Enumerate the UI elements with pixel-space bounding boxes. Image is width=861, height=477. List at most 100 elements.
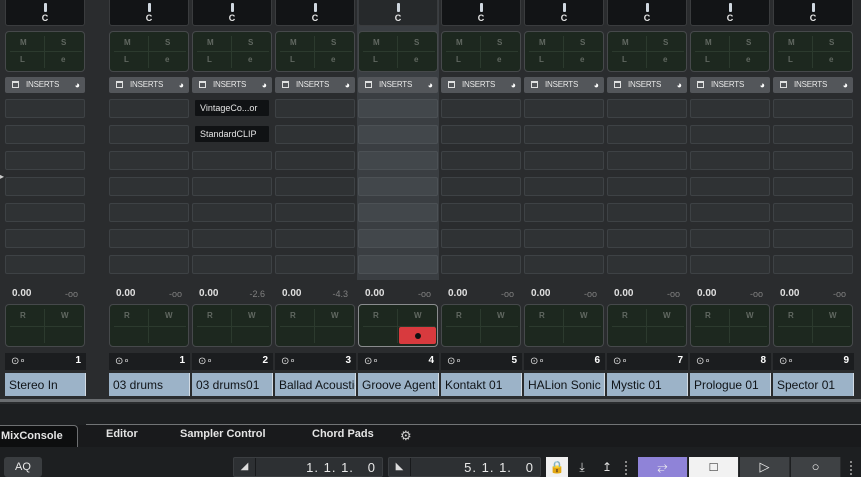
inserts-settings-icon[interactable]: ◕ (428, 80, 433, 90)
read-automation-button[interactable]: R (539, 311, 545, 320)
insert-slot[interactable] (275, 125, 355, 144)
volume-value[interactable]: 0.00 (697, 288, 716, 299)
edit-button[interactable]: e (746, 55, 750, 64)
channel-name[interactable]: 03 drums (109, 373, 190, 396)
insert-slot[interactable] (192, 255, 272, 274)
tab-mixconsole[interactable]: MixConsole (0, 425, 78, 447)
peak-value[interactable]: -oo (65, 289, 78, 299)
channel-name[interactable]: Kontakt 01 (441, 373, 522, 396)
pan-control[interactable]: C (441, 0, 521, 26)
insert-slot[interactable] (607, 177, 687, 196)
inserts-rack-icon[interactable] (199, 81, 206, 88)
horizontal-scrollbar[interactable] (0, 399, 861, 402)
channel-name[interactable]: Ballad Acoustic (275, 373, 356, 396)
inserts-header[interactable]: INSERTS ◕ (773, 77, 853, 93)
channel-name[interactable]: 03 drums01 (192, 373, 273, 396)
listen-button[interactable]: L (788, 55, 793, 64)
insert-slot[interactable] (192, 151, 272, 170)
solo-button[interactable]: S (248, 38, 253, 47)
insert-slot[interactable] (109, 203, 189, 222)
pan-control[interactable]: C (524, 0, 604, 26)
inserts-header[interactable]: INSERTS ◕ (441, 77, 521, 93)
right-locator[interactable]: ◣ 5. 1. 1. 0 (388, 457, 541, 477)
insert-slot[interactable] (524, 177, 604, 196)
insert-slot[interactable] (441, 229, 521, 248)
left-locator[interactable]: ◢ 1. 1. 1. 0 (233, 457, 383, 477)
inserts-header[interactable]: INSERTS ◕ (358, 77, 438, 93)
inserts-settings-icon[interactable]: ◕ (760, 80, 765, 90)
read-automation-button[interactable]: R (207, 311, 213, 320)
insert-slot[interactable] (5, 177, 85, 196)
link-icon[interactable]: ⊙∘ (613, 356, 628, 367)
pan-control[interactable]: C (607, 0, 687, 26)
solo-button[interactable]: S (497, 38, 502, 47)
edit-button[interactable]: e (165, 55, 169, 64)
insert-slot[interactable] (607, 125, 687, 144)
channel-name[interactable]: Mystic 01 (607, 373, 688, 396)
pan-control[interactable]: C (690, 0, 770, 26)
inserts-rack-icon[interactable] (614, 81, 621, 88)
insert-slot[interactable] (358, 229, 438, 248)
edit-button[interactable]: e (829, 55, 833, 64)
volume-value[interactable]: 0.00 (282, 288, 301, 299)
channel-name[interactable]: Groove Agent (358, 373, 439, 396)
write-automation-button[interactable]: W (497, 311, 505, 320)
inserts-header[interactable]: INSERTS ◕ (5, 77, 85, 93)
volume-value[interactable]: 0.00 (531, 288, 550, 299)
inserts-rack-icon[interactable] (780, 81, 787, 88)
volume-value[interactable]: 0.00 (780, 288, 799, 299)
pan-control[interactable]: C (358, 0, 438, 26)
write-automation-button[interactable]: W (331, 311, 339, 320)
listen-button[interactable]: L (539, 55, 544, 64)
insert-slot[interactable] (109, 125, 189, 144)
pan-control[interactable]: C (275, 0, 355, 26)
insert-slot[interactable] (109, 255, 189, 274)
solo-button[interactable]: S (746, 38, 751, 47)
inserts-settings-icon[interactable]: ◕ (262, 80, 267, 90)
insert-slot[interactable] (690, 99, 770, 118)
tab-sampler-control[interactable]: Sampler Control (180, 428, 266, 440)
insert-slot[interactable]: VintageCo...or (194, 99, 270, 117)
inserts-header[interactable]: INSERTS ◕ (192, 77, 272, 93)
solo-button[interactable]: S (331, 38, 336, 47)
right-locator-flag-icon[interactable]: ◣ (389, 458, 411, 476)
volume-value[interactable]: 0.00 (365, 288, 384, 299)
solo-button[interactable]: S (165, 38, 170, 47)
peak-value[interactable]: -oo (501, 289, 514, 299)
edit-button[interactable]: e (61, 55, 65, 64)
insert-slot[interactable] (192, 177, 272, 196)
peak-value[interactable]: -oo (667, 289, 680, 299)
insert-slot[interactable] (773, 177, 853, 196)
insert-slot[interactable] (690, 255, 770, 274)
channel-name[interactable]: HALion Sonic (524, 373, 605, 396)
edit-button[interactable]: e (248, 55, 252, 64)
listen-button[interactable]: L (124, 55, 129, 64)
volume-value[interactable]: 0.00 (116, 288, 135, 299)
edit-button[interactable]: e (414, 55, 418, 64)
solo-button[interactable]: S (829, 38, 834, 47)
mute-button[interactable]: M (539, 38, 546, 47)
listen-button[interactable]: L (456, 55, 461, 64)
insert-slot[interactable] (690, 125, 770, 144)
listen-button[interactable]: L (290, 55, 295, 64)
insert-slot[interactable] (773, 203, 853, 222)
insert-slot[interactable] (192, 203, 272, 222)
edit-button[interactable]: e (580, 55, 584, 64)
channel-name[interactable]: Spector 01 (773, 373, 854, 396)
left-locator-value[interactable]: 1. 1. 1. 0 (306, 460, 376, 475)
edit-button[interactable]: e (331, 55, 335, 64)
inserts-header[interactable]: INSERTS ◕ (524, 77, 604, 93)
link-icon[interactable]: ⊙∘ (447, 356, 462, 367)
insert-slot[interactable] (524, 229, 604, 248)
edit-button[interactable]: e (497, 55, 501, 64)
insert-slot[interactable] (773, 125, 853, 144)
inserts-rack-icon[interactable] (531, 81, 538, 88)
insert-slot[interactable] (275, 255, 355, 274)
link-icon[interactable]: ⊙∘ (115, 356, 130, 367)
mute-button[interactable]: M (207, 38, 214, 47)
write-automation-button[interactable]: W (746, 311, 754, 320)
insert-slot[interactable] (773, 151, 853, 170)
gear-icon[interactable]: ⚙ (400, 428, 412, 444)
peak-value[interactable]: -oo (169, 289, 182, 299)
inserts-settings-icon[interactable]: ◕ (179, 80, 184, 90)
